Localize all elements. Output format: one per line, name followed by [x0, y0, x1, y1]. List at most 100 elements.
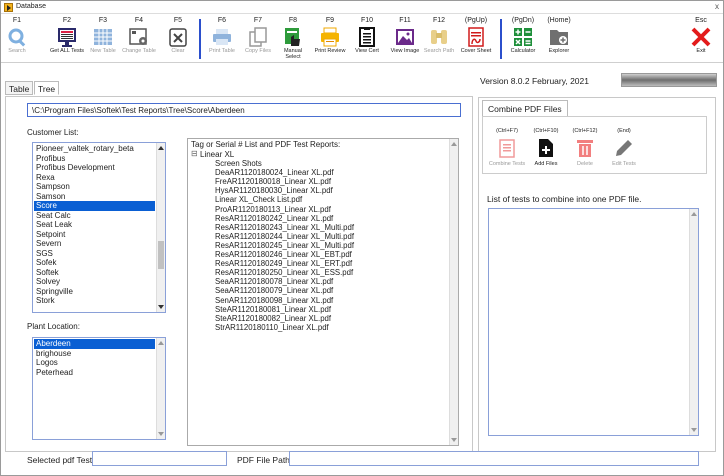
customer-list-item[interactable]: Score [34, 201, 155, 211]
printer-icon [213, 29, 231, 45]
new-table-button[interactable]: F3 New Table [90, 15, 116, 63]
pdf-file-path-field[interactable] [289, 451, 699, 466]
tree-file-node[interactable]: SteAR1120180082_Linear XL.pdf [215, 314, 331, 323]
add-files-button[interactable]: (Ctrl+F10) Add Files [528, 117, 564, 175]
tree-file-node[interactable]: HysAR1120180030_Linear XL.pdf [215, 186, 333, 195]
copy-icon [249, 27, 267, 47]
toolbar-separator [199, 19, 201, 59]
view-image-button[interactable]: F11 View Image [391, 15, 420, 63]
tree-file-node[interactable]: SeaAR1120180078_Linear XL.pdf [215, 277, 333, 286]
print-table-button[interactable]: F6 Print Table [209, 15, 235, 63]
customer-list-item[interactable]: Springville [34, 287, 155, 297]
window-close-button[interactable]: x [715, 2, 719, 11]
plant-list-scrollbar[interactable] [156, 338, 165, 439]
scroll-thumb[interactable] [158, 241, 164, 269]
customer-list-item[interactable]: Solvey [34, 277, 155, 287]
tree-file-node[interactable]: ResAR1120180243_Linear XL_Multi.pdf [215, 223, 354, 232]
tree-file-node[interactable]: ResAR1120180250_Linear XL_ESS.pdf [215, 268, 353, 277]
customer-list-item[interactable]: SGS [34, 249, 155, 259]
tree-file-node[interactable]: Screen Shots [215, 159, 262, 168]
customer-list-item[interactable]: Rexa [34, 173, 155, 183]
combine-list-scrollbar[interactable] [689, 209, 698, 435]
selected-pdf-field[interactable] [92, 451, 227, 466]
tab-table[interactable]: Table [5, 81, 34, 95]
scroll-down-arrow-icon[interactable] [158, 432, 164, 436]
customer-list-item[interactable]: Pioneer_valtek_rotary_beta [34, 144, 155, 154]
pdf-report-tree[interactable]: Tag or Serial # List and PDF Test Report… [187, 138, 459, 446]
tree-header: Tag or Serial # List and PDF Test Report… [191, 140, 341, 149]
tree-file-node[interactable]: ResAR1120180244_Linear XL_Multi.pdf [215, 232, 354, 241]
tab-combine-pdf[interactable]: Combine PDF Files [482, 100, 568, 116]
scroll-down-arrow-icon[interactable] [691, 428, 697, 432]
calculator-label: Calculator [510, 48, 536, 54]
tree-file-node[interactable]: ResAR1120180249_Linear XL_ERT.pdf [215, 259, 352, 268]
customer-list[interactable]: Pioneer_valtek_rotary_beta Profibus Profib… [32, 142, 166, 313]
customer-list-item[interactable]: Profibus [34, 154, 155, 164]
f11-key-label: F11 [399, 17, 411, 24]
tree-file-node[interactable]: SenAR1120180098_Linear XL.pdf [215, 296, 333, 305]
collapse-icon[interactable]: ⊟ [191, 150, 198, 158]
f2-key-label: F2 [62, 17, 72, 24]
calculator-button[interactable]: (PgDn) Calculator [508, 15, 538, 63]
tree-file-node[interactable]: ResAR1120180246_Linear XL_EBT.pdf [215, 250, 352, 259]
f12-key-label: F12 [432, 17, 446, 24]
customer-list-item[interactable]: Samson [34, 192, 155, 202]
tree-scrollbar[interactable] [449, 139, 458, 445]
tree-file-node[interactable]: ProAR1120180113_Linear XL.pdf [215, 205, 331, 214]
customer-list-item[interactable]: Seat Calc [34, 211, 155, 221]
view-cert-button[interactable]: F10 View Cert [354, 15, 380, 63]
combine-tests-list[interactable] [488, 208, 699, 436]
tree-file-node[interactable]: SeaAR1120180079_Linear XL.pdf [215, 286, 333, 295]
customer-list-item[interactable]: Profibus Development [34, 163, 155, 173]
customer-list-item[interactable]: Sampson [34, 182, 155, 192]
tree-file-node[interactable]: Linear XL_Check List.pdf [215, 195, 302, 204]
edit-tests-button[interactable]: (End) Edit Tests [606, 117, 642, 175]
scroll-up-arrow-icon[interactable] [158, 341, 164, 345]
manual-select-button[interactable]: F8 Manual Select [280, 15, 306, 63]
plant-location-item[interactable]: Logos [34, 358, 155, 368]
customer-list-item[interactable]: Severn [34, 239, 155, 249]
customer-list-item[interactable]: Sofek [34, 258, 155, 268]
print-review-button[interactable]: F9 Print Review [315, 15, 346, 63]
copy-files-button[interactable]: F7 Copy Files [245, 15, 271, 63]
change-table-button[interactable]: F4 Change Table [122, 15, 156, 63]
customer-list-item[interactable]: Stork [34, 296, 155, 306]
plant-location-item[interactable]: Aberdeen [34, 339, 155, 349]
search-path-button[interactable]: F12 Search Path [424, 15, 454, 63]
plant-location-item[interactable]: Peterhead [34, 368, 155, 378]
clear-label: Clear [171, 48, 185, 54]
tree-file-node[interactable]: FreAR1120180018_Linear XL.pdf [215, 177, 331, 186]
scroll-down-arrow-icon[interactable] [451, 438, 457, 442]
tab-tree[interactable]: Tree [34, 81, 60, 95]
tree-root-node[interactable]: Linear XL [200, 150, 234, 159]
tree-file-node[interactable]: DeaAR1120180024_Linear XL.pdf [215, 168, 334, 177]
magnifier-icon [8, 28, 26, 47]
tree-file-node[interactable]: StrAR1120180110_Linear XL.pdf [215, 323, 329, 332]
explorer-label: Explorer [548, 48, 570, 54]
cover-sheet-button[interactable]: (PgUp) Cover Sheet [461, 15, 492, 63]
path-field[interactable]: \C:\Program Files\Softek\Test Reports\Tr… [27, 103, 461, 117]
customer-list-item[interactable]: Softek [34, 268, 155, 278]
explorer-button[interactable]: (Home) Explorer [544, 15, 574, 63]
plant-location-list[interactable]: Aberdeen brighouse Logos Peterhead [32, 337, 166, 440]
customer-list-scrollbar[interactable] [156, 143, 165, 312]
delete-button[interactable]: (Ctrl+F12) Delete [567, 117, 603, 175]
pgup-key-label: (PgUp) [464, 17, 488, 24]
change-table-label: Change Table [122, 48, 156, 54]
customer-list-item[interactable]: Setpoint [34, 230, 155, 240]
scroll-up-arrow-icon[interactable] [158, 146, 164, 150]
scroll-up-arrow-icon[interactable] [691, 212, 697, 216]
exit-button[interactable]: Esc Exit [688, 15, 714, 63]
end-key-label: (End) [617, 128, 631, 134]
customer-list-item[interactable]: Seat Leak [34, 220, 155, 230]
get-all-tests-button[interactable]: F2 Get ALL Tests [50, 15, 84, 63]
tree-file-node[interactable]: ResAR1120180242_Linear XL.pdf [215, 214, 333, 223]
plant-location-item[interactable]: brighouse [34, 349, 155, 359]
tree-file-node[interactable]: ResAR1120180245_Linear XL_Multi.pdf [215, 241, 354, 250]
combine-tests-button[interactable]: (Ctrl+F7) Combine Tests [489, 117, 525, 175]
scroll-up-arrow-icon[interactable] [451, 142, 457, 146]
scroll-down-arrow-icon[interactable] [158, 305, 164, 309]
clear-button[interactable]: F5 Clear [165, 15, 191, 63]
search-button[interactable]: F1 Search [4, 15, 30, 63]
tree-file-node[interactable]: SteAR1120180081_Linear XL.pdf [215, 305, 331, 314]
